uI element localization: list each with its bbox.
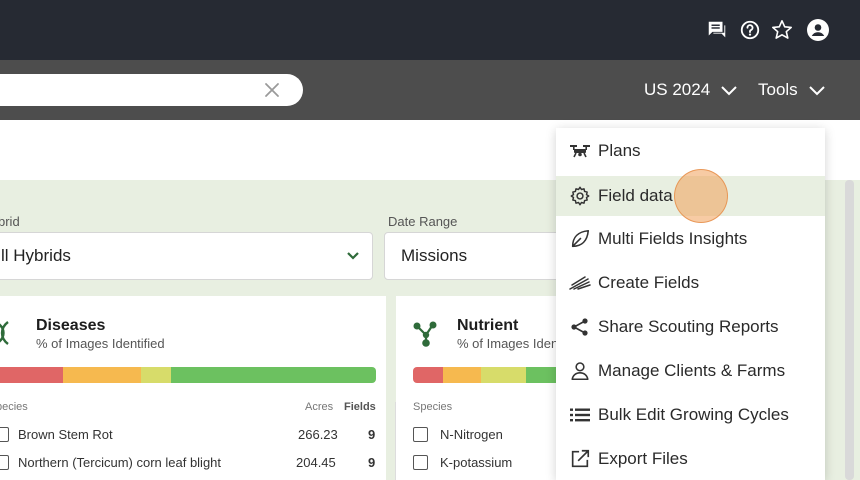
chevron-down-icon bbox=[721, 86, 737, 96]
table-row[interactable]: K-potassium bbox=[413, 454, 563, 474]
severity-segment bbox=[413, 367, 443, 383]
gear-icon bbox=[568, 184, 592, 208]
diseases-col-fields: Fields bbox=[344, 401, 376, 413]
row-species: N-Nitrogen bbox=[440, 427, 503, 442]
nutrient-subtitle: % of Images Ident bbox=[457, 336, 562, 351]
menu-item-label: Create Fields bbox=[598, 273, 700, 292]
clear-icon[interactable] bbox=[263, 81, 281, 99]
menu-item-create-fields[interactable]: Create Fields bbox=[556, 263, 825, 303]
help-icon[interactable] bbox=[738, 18, 762, 42]
hybrid-select[interactable]: ll Hybrids bbox=[0, 232, 373, 280]
diseases-subtitle: % of Images Identified bbox=[36, 336, 165, 351]
menu-item-label: Plans bbox=[598, 141, 641, 160]
share-icon bbox=[568, 315, 592, 339]
row-checkbox[interactable] bbox=[413, 455, 428, 470]
person-icon bbox=[568, 359, 592, 383]
tools-label: Tools bbox=[758, 80, 798, 99]
field-lines-icon bbox=[568, 271, 592, 295]
drone-icon bbox=[568, 139, 592, 163]
nutrient-severity-bar bbox=[413, 367, 563, 383]
table-row[interactable]: N-Nitrogen bbox=[413, 426, 563, 446]
search-input[interactable] bbox=[0, 74, 250, 106]
menu-item-manage-clients-farms[interactable]: Manage Clients & Farms bbox=[556, 351, 825, 391]
date-range-select[interactable]: Missions bbox=[384, 232, 564, 280]
table-row[interactable]: Brown Stem Rot 266.23 9 bbox=[0, 426, 380, 446]
severity-segment bbox=[171, 367, 376, 383]
menu-item-share-scouting-reports[interactable]: Share Scouting Reports bbox=[556, 307, 825, 347]
diseases-col-acres: Acres bbox=[305, 401, 334, 413]
search-box[interactable] bbox=[0, 74, 303, 106]
chevron-down-icon bbox=[347, 252, 359, 260]
severity-segment bbox=[0, 367, 64, 383]
menu-item-label: Share Scouting Reports bbox=[598, 317, 779, 336]
diseases-col-species: pecies bbox=[0, 401, 28, 413]
severity-segment bbox=[63, 367, 141, 383]
chat-icon[interactable] bbox=[705, 18, 729, 42]
menu-item-label: Export Files bbox=[598, 449, 688, 468]
click-indicator bbox=[674, 169, 728, 223]
list-icon bbox=[568, 403, 592, 427]
row-species: Brown Stem Rot bbox=[18, 427, 113, 442]
hybrid-select-value: ll Hybrids bbox=[1, 246, 71, 265]
table-row[interactable]: Northern (Tercicum) corn leaf blight 204… bbox=[0, 454, 380, 474]
scrollbar[interactable] bbox=[845, 180, 854, 480]
menu-item-export-files[interactable]: Export Files bbox=[556, 439, 825, 479]
menu-item-plans[interactable]: Plans bbox=[556, 131, 825, 171]
season-label: US 2024 bbox=[644, 80, 711, 99]
date-range-label: Date Range bbox=[388, 214, 458, 229]
date-range-value: Missions bbox=[401, 246, 468, 265]
dna-icon bbox=[0, 320, 16, 346]
severity-segment bbox=[443, 367, 481, 383]
menu-item-bulk-edit-growing-cycles[interactable]: Bulk Edit Growing Cycles bbox=[556, 395, 825, 435]
tools-dropdown[interactable]: Tools bbox=[758, 80, 826, 100]
menu-item-multi-fields-insights[interactable]: Multi Fields Insights bbox=[556, 219, 825, 259]
menu-item-label: Multi Fields Insights bbox=[598, 229, 748, 248]
top-bar bbox=[0, 0, 860, 60]
row-acres: 266.23 bbox=[298, 427, 338, 442]
row-acres: 204.45 bbox=[296, 455, 336, 470]
menu-item-label: Bulk Edit Growing Cycles bbox=[598, 405, 789, 424]
row-checkbox[interactable] bbox=[0, 427, 9, 442]
nutrient-title: Nutrient bbox=[457, 317, 519, 334]
menu-item-label: Field data bbox=[598, 186, 673, 205]
severity-segment bbox=[480, 367, 526, 383]
sub-bar: US 2024 Tools bbox=[0, 60, 860, 120]
row-species: Northern (Tercicum) corn leaf blight bbox=[18, 455, 222, 470]
row-fields: 9 bbox=[368, 427, 376, 442]
season-dropdown[interactable]: US 2024 bbox=[644, 80, 738, 100]
star-icon[interactable] bbox=[770, 18, 794, 42]
row-checkbox[interactable] bbox=[0, 455, 9, 470]
diseases-severity-bar bbox=[0, 367, 376, 383]
chevron-down-icon bbox=[808, 86, 825, 96]
hybrid-filter-label: brid bbox=[0, 214, 20, 229]
export-icon bbox=[568, 447, 592, 471]
diseases-title: Diseases bbox=[36, 317, 106, 334]
row-checkbox[interactable] bbox=[413, 427, 428, 442]
leaf-icon bbox=[568, 227, 592, 251]
molecule-icon bbox=[412, 320, 438, 348]
nutrient-col-species: Species bbox=[413, 401, 453, 413]
row-species: K-potassium bbox=[440, 455, 513, 470]
severity-segment bbox=[140, 367, 172, 383]
row-fields: 9 bbox=[368, 455, 376, 470]
user-icon[interactable] bbox=[806, 18, 830, 42]
menu-item-label: Manage Clients & Farms bbox=[598, 361, 786, 380]
